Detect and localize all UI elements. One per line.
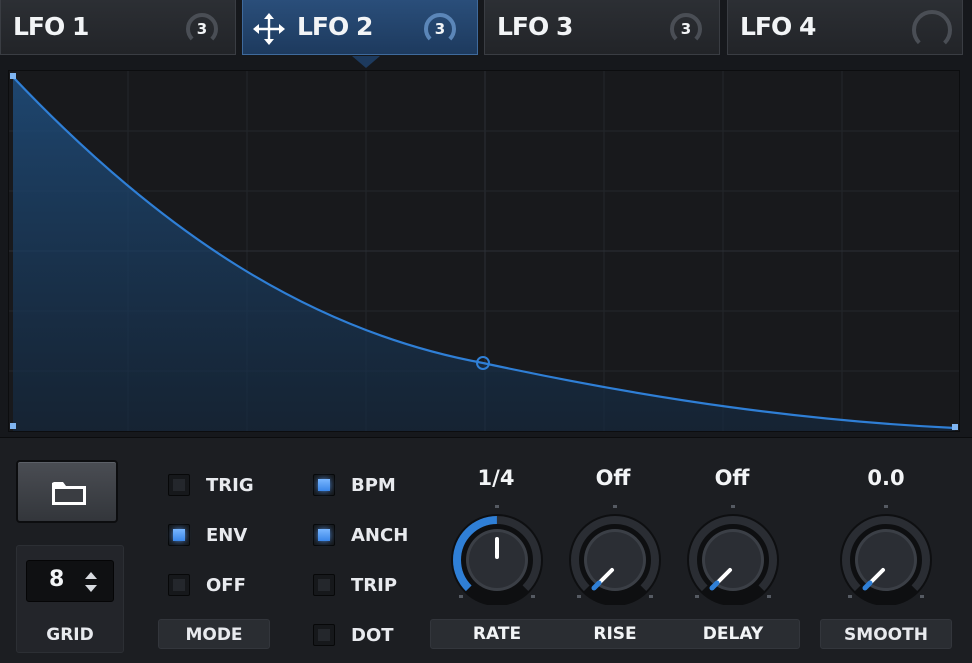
delay-label: DELAY (702, 624, 764, 644)
delay-value: Off (714, 466, 750, 490)
active-tab-pointer (352, 56, 380, 68)
move-icon[interactable] (252, 12, 286, 46)
checkbox-trig-box[interactable] (168, 474, 190, 496)
rate-label: RATE (472, 624, 522, 644)
grid-control: 8 GRID (16, 545, 124, 653)
smooth-knob[interactable] (831, 505, 941, 605)
tab-lfo-1-label: LFO 1 (13, 12, 89, 41)
checkbox-anch-label: ANCH (351, 525, 409, 546)
rise-knob[interactable] (560, 505, 670, 605)
smooth-label: SMOOTH (820, 619, 952, 649)
lfo-shape-canvas[interactable] (9, 71, 959, 431)
grid-label: GRID (46, 625, 94, 645)
checkbox-anch-box[interactable] (313, 524, 335, 546)
tab-lfo-1[interactable]: LFO 1 3 (0, 0, 236, 55)
rate-knob[interactable] (442, 505, 552, 605)
spin-arrows-icon[interactable] (83, 569, 99, 595)
checkbox-trip-box[interactable] (313, 574, 335, 596)
lfo-3-badge-count: 3 (680, 20, 692, 38)
lfo-tab-bar: LFO 1 3 LFO 2 3 LFO 3 3 LFO 4 (0, 0, 972, 68)
tab-lfo-3-label: LFO 3 (497, 12, 573, 41)
checkbox-off-box[interactable] (168, 574, 190, 596)
tab-lfo-2-label: LFO 2 (297, 12, 373, 41)
lfo-shape-editor[interactable] (8, 70, 960, 432)
tab-lfo-4-label: LFO 4 (740, 12, 816, 41)
folder-icon (52, 482, 86, 505)
checkbox-trig-label: TRIG (206, 475, 254, 496)
lfo-2-badge-count: 3 (434, 20, 446, 38)
tab-lfo-3[interactable]: LFO 3 3 (484, 0, 720, 55)
checkbox-dot-label: DOT (351, 625, 394, 646)
rise-value: Off (595, 466, 631, 490)
checkbox-off-label: OFF (206, 575, 246, 596)
checkbox-bpm-label: BPM (351, 475, 396, 496)
lfo-1-amount-badge[interactable]: 3 (185, 12, 219, 46)
lfo-4-amount-badge[interactable] (910, 8, 954, 52)
rate-value: 1/4 (477, 466, 515, 490)
delay-knob[interactable] (678, 505, 788, 605)
lfo-2-amount-badge[interactable]: 3 (423, 12, 457, 46)
preset-folder-button[interactable] (16, 460, 118, 523)
checkbox-dot-box[interactable] (313, 624, 335, 646)
lfo-4-badge-count (910, 8, 944, 42)
grid-spinbox[interactable]: 8 (26, 560, 114, 602)
checkbox-env-box[interactable] (168, 524, 190, 546)
tab-lfo-4[interactable]: LFO 4 (727, 0, 963, 55)
mode-label: MODE (158, 619, 270, 649)
curve-end-node[interactable] (952, 424, 958, 430)
rise-label: RISE (593, 624, 637, 644)
lfo-1-badge-count: 3 (196, 20, 208, 38)
lfo-curve-fill (13, 77, 955, 431)
smooth-value: 0.0 (867, 466, 905, 490)
lfo-3-amount-badge[interactable]: 3 (669, 12, 703, 46)
curve-bottom-left-node[interactable] (10, 423, 16, 429)
checkbox-env-label: ENV (206, 525, 248, 546)
grid-value: 8 (49, 567, 65, 592)
curve-start-node[interactable] (10, 73, 16, 79)
checkbox-trip-label: TRIP (351, 575, 398, 596)
checkbox-bpm-box[interactable] (313, 474, 335, 496)
